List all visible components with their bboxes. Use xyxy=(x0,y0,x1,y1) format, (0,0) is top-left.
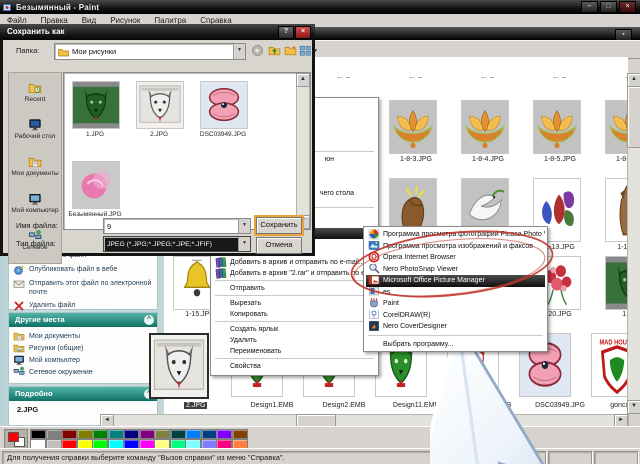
dialog-file-label: 1.JPG xyxy=(85,131,105,138)
open-with-item-microsoft-office-picture-manager[interactable]: Microsoft Office Picture Manager xyxy=(366,275,545,287)
open-with-item-es[interactable]: es xyxy=(366,286,545,299)
menu-separator xyxy=(215,295,374,296)
context-menu-item-свойства[interactable]: Свойства xyxy=(213,361,376,372)
nero-cover-icon xyxy=(368,321,380,333)
palette-color-#008000[interactable] xyxy=(92,429,108,439)
dialog-help-button[interactable]: ? xyxy=(278,26,294,39)
screen: Безымянный - Paint – □ × Файл Правка Вид Рису… xyxy=(0,0,640,464)
filetype-label: Тип файла: xyxy=(16,239,56,248)
scroll-up-button[interactable]: ▲ xyxy=(627,73,640,87)
dialog-file-2.JPG[interactable] xyxy=(136,81,184,129)
folder-dropdown-arrow[interactable]: ▼ xyxy=(233,44,245,59)
current-color-indicator[interactable] xyxy=(4,429,28,449)
folder-value: Мои рисунки xyxy=(72,47,117,56)
palette-color-#800000[interactable] xyxy=(61,429,77,439)
palette-color-#000080[interactable] xyxy=(123,429,139,439)
context-menu-item-удалить[interactable]: Удалить xyxy=(213,335,376,346)
cancel-button[interactable]: Отмена xyxy=(256,237,302,254)
views-icon[interactable] xyxy=(299,44,312,57)
fax-viewer-icon xyxy=(368,240,380,253)
corel-icon xyxy=(368,309,380,322)
dialog-file-Безымянный.JPG[interactable] xyxy=(72,161,120,209)
dialog-title: Сохранить как xyxy=(7,27,65,36)
dialog-titlebar[interactable]: Сохранить как ? × xyxy=(0,24,315,40)
es-icon xyxy=(368,286,380,299)
menu-separator xyxy=(215,280,374,281)
dialog-file-label: DSC03949.JPG xyxy=(199,131,247,138)
menu-separator xyxy=(368,334,543,336)
up-folder-icon[interactable] xyxy=(268,44,281,57)
winrar-icon xyxy=(215,257,227,268)
dialog-scroll-up-button[interactable]: ▲ xyxy=(296,73,310,87)
palette-color-#8000FF[interactable] xyxy=(216,429,232,439)
palette-color-#004080[interactable] xyxy=(200,429,217,439)
palette-color-#808040[interactable] xyxy=(154,429,170,439)
palette-color-#0080FF[interactable] xyxy=(185,429,201,439)
opera-icon xyxy=(368,252,380,264)
palette-color-#800080[interactable] xyxy=(138,429,155,439)
dialog-file-label: Безымянный.JPG xyxy=(68,211,122,218)
filetype-dropdown-arrow[interactable]: ▼ xyxy=(238,237,250,251)
palette-color-#004040[interactable] xyxy=(169,429,186,439)
dialog-body: Папка: Мои рисунки ▼ ▼ Recent Рабочий сто… xyxy=(3,40,318,264)
save-button[interactable]: Сохранить xyxy=(254,215,304,236)
places-bar: Recent Рабочий стол Мои документы Мой компь… xyxy=(8,72,62,264)
paint-icon xyxy=(368,298,380,310)
dialog-file-1.JPG[interactable] xyxy=(72,81,120,129)
dialog-file-list[interactable]: 1.JPG 2.JPG DSC03949.JPG Безымянный.JPG ▲ ▼ xyxy=(63,72,311,230)
places-bar-мой-компьютер[interactable]: Мой компьютер xyxy=(9,192,61,214)
palette-color-#000000[interactable] xyxy=(30,429,46,439)
palette-color-#008080[interactable] xyxy=(107,429,124,439)
dialog-list-scrollbar[interactable] xyxy=(296,73,310,229)
save-as-dialog: Сохранить как ? × Папка: Мои рисунки ▼ ▼… xyxy=(0,24,318,264)
open-with-item-nero-photosnap-viewer[interactable]: Nero PhotoSnap Viewer xyxy=(366,263,545,276)
menu-separator xyxy=(215,358,374,359)
filename-input[interactable]: 9 ▼ xyxy=(103,218,251,234)
filename-label: Имя файла: xyxy=(16,221,58,230)
folder-label: Папка: xyxy=(16,46,40,55)
places-bar-мои-документы[interactable]: Мои документы xyxy=(9,155,61,177)
open-with-item-программа-просмотра-фотографий-picasa-photo-viewer[interactable]: Программа просмотра фотографий Picasa Ph… xyxy=(366,229,545,241)
context-menu-item-добавить-в-архив-и-отправить-по-e-mail-[interactable]: Добавить в архив и отправить по e-mail..… xyxy=(213,257,376,268)
foreground-color-swatch xyxy=(8,432,19,442)
open-with-submenu: Программа просмотра фотографий Picasa Ph… xyxy=(363,226,548,352)
winrar-icon xyxy=(215,268,227,279)
context-menu-item-копировать[interactable]: Копировать xyxy=(213,309,376,320)
open-with-item-paint[interactable]: Paint xyxy=(366,298,545,310)
filetype-select[interactable]: JPEG (*.JPG;*.JPEG;*.JPE;*.JFIF) ▼ xyxy=(103,236,251,252)
context-menu-item-добавить-в-архив-2-rar-и-отправить-по-e-mail[interactable]: Добавить в архив "2.rar" и отправить по … xyxy=(213,268,376,279)
views-dropdown-arrow[interactable]: ▼ xyxy=(313,48,326,61)
context-menu-item-создать-ярлык[interactable]: Создать ярлык xyxy=(213,324,376,335)
filename-dropdown-arrow[interactable]: ▼ xyxy=(238,219,250,233)
filename-value: 9 xyxy=(107,221,112,231)
new-folder-icon[interactable] xyxy=(284,44,297,57)
hidden-menu-item-fragment[interactable]: юн xyxy=(325,156,334,163)
open-with-item-opera-internet-browser[interactable]: Opera Internet Browser xyxy=(366,252,545,264)
context-menu-item-отправить[interactable]: Отправить▶ xyxy=(213,283,376,294)
vertical-scrollbar-thumb[interactable] xyxy=(627,86,640,148)
open-with-item-выбрать-программу-[interactable]: Выбрать программу... xyxy=(366,339,545,351)
photosnap-icon xyxy=(368,263,380,276)
folder-combobox[interactable]: Мои рисунки ▼ xyxy=(54,43,246,60)
dialog-close-button[interactable]: × xyxy=(295,26,311,39)
menu-separator xyxy=(215,321,374,322)
picasa-icon xyxy=(368,229,380,241)
filetype-value: JPEG (*.JPG;*.JPEG;*.JPE;*.JFIF) xyxy=(107,240,212,248)
places-bar-рабочий-стол[interactable]: Рабочий стол xyxy=(9,118,61,140)
context-menu-item-переименовать[interactable]: Переименовать xyxy=(213,346,376,357)
open-with-item-coreldraw-r-[interactable]: CorelDRAW(R) xyxy=(366,309,545,322)
open-with-item-nero-coverdesigner[interactable]: Nero CoverDesigner xyxy=(366,321,545,333)
palette-color-#808000[interactable] xyxy=(76,429,93,439)
open-with-item-программа-просмотра-изображений-и-факсов[interactable]: Программа просмотра изображений и факсов xyxy=(366,240,545,253)
places-bar-recent[interactable]: Recent xyxy=(9,81,61,103)
context-menu-item-вырезать[interactable]: Вырезать xyxy=(213,298,376,309)
folder-icon xyxy=(58,48,69,56)
palette-color-#808080[interactable] xyxy=(45,429,62,439)
hidden-menu-item-fragment[interactable]: чего стола xyxy=(320,190,354,197)
picture-manager-icon xyxy=(368,275,380,287)
palette-color-#804000[interactable] xyxy=(231,429,248,439)
dialog-file-DSC03949.JPG[interactable] xyxy=(200,81,248,129)
back-icon[interactable] xyxy=(251,44,264,57)
dialog-file-label: 2.JPG xyxy=(149,131,169,138)
